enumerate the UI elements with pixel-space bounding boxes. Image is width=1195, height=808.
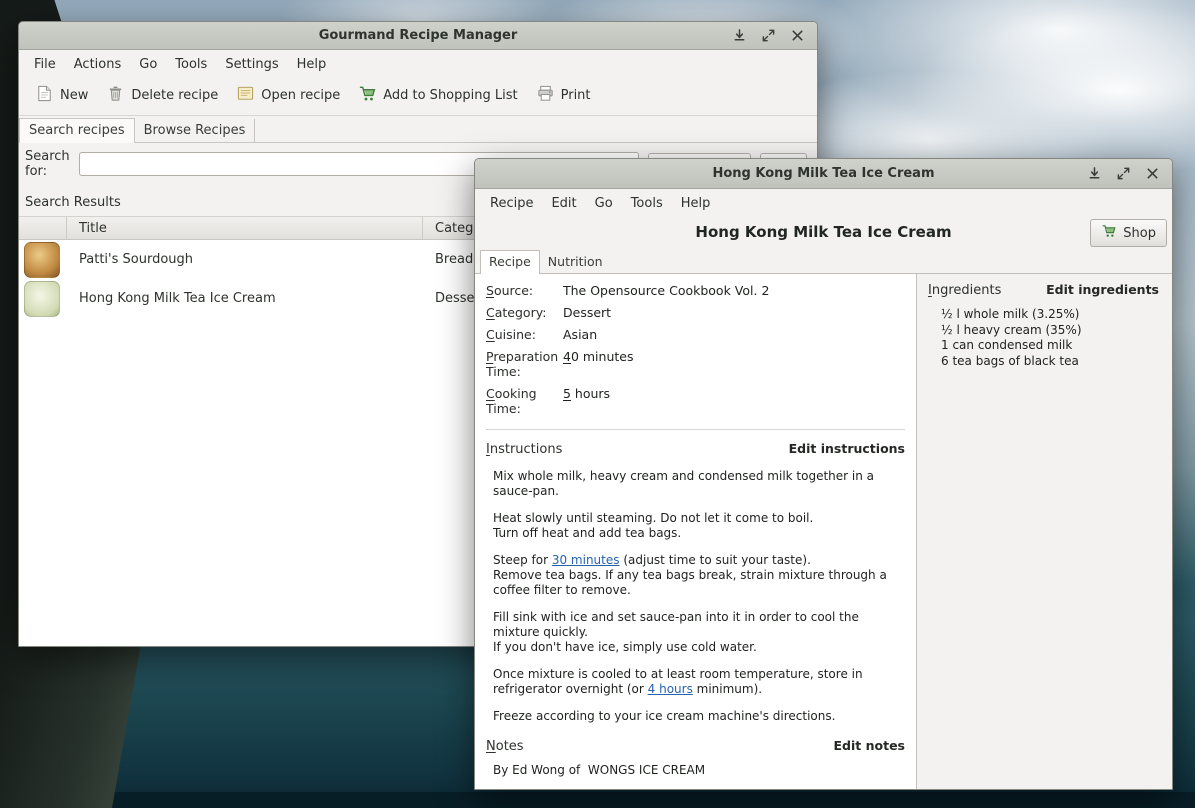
cuisine-value: Asian	[563, 327, 905, 342]
notebook-tabs: Search recipes Browse Recipes	[19, 116, 817, 143]
category-value: Dessert	[563, 305, 905, 320]
ingredients-list: ½ l whole milk (3.25%) ½ l heavy cream (…	[928, 307, 1159, 369]
tab-nutrition[interactable]: Nutrition	[540, 251, 611, 273]
new-recipe-icon	[35, 84, 54, 107]
menu-edit[interactable]: Edit	[542, 193, 585, 214]
menu-tools[interactable]: Tools	[622, 193, 672, 214]
recipe-title-cell: Hong Kong Milk Tea Ice Cream	[67, 291, 423, 306]
instruction-paragraph: Steep for 30 minutes (adjust time to sui…	[493, 553, 905, 598]
open-recipe-icon	[236, 84, 255, 107]
divider	[486, 429, 905, 430]
instruction-paragraph: Fill sink with ice and set sauce-pan int…	[493, 610, 905, 655]
duration-link[interactable]: 4 hours	[648, 682, 693, 696]
ingredient-item[interactable]: ½ l whole milk (3.25%)	[941, 307, 1159, 323]
preparation-time-label: Preparation Time:	[486, 349, 554, 379]
menu-recipe[interactable]: Recipe	[481, 193, 542, 214]
notes-text: By Ed Wong of WONGS ICE CREAM	[486, 763, 905, 777]
edit-instructions-button[interactable]: Edit instructions	[789, 441, 905, 456]
cooking-time-label: Cooking Time:	[486, 386, 554, 416]
menu-file[interactable]: File	[25, 54, 65, 75]
instructions-paragraphs: Mix whole milk, heavy cream and condense…	[486, 469, 905, 724]
edit-ingredients-button[interactable]: Edit ingredients	[1046, 282, 1159, 297]
source-label: Source:	[486, 283, 554, 298]
recipe-notebook-tabs: Recipe Nutrition	[475, 247, 1172, 274]
download-icon[interactable]	[731, 27, 748, 44]
menu-help[interactable]: Help	[672, 193, 720, 214]
search-for-label: Search for:	[25, 149, 70, 179]
close-icon[interactable]	[789, 27, 806, 44]
notes-label: Notes	[486, 739, 524, 754]
printer-icon	[536, 84, 555, 107]
duration-link[interactable]: 30 minutes	[552, 553, 620, 567]
tab-browse-recipes[interactable]: Browse Recipes	[135, 119, 256, 142]
open-recipe-button[interactable]: Open recipe	[228, 81, 348, 110]
ingredient-item[interactable]: ½ l heavy cream (35%)	[941, 323, 1159, 339]
instructions-header: Instructions Edit instructions	[486, 441, 905, 457]
menu-tools[interactable]: Tools	[166, 54, 216, 75]
shopping-cart-icon	[358, 84, 377, 107]
instruction-paragraph: Freeze according to your ice cream machi…	[493, 709, 905, 724]
ingredients-header: Ingredients Edit ingredients	[928, 282, 1159, 298]
close-icon[interactable]	[1144, 165, 1161, 182]
titlebar[interactable]: Hong Kong Milk Tea Ice Cream	[475, 159, 1172, 189]
ingredient-item[interactable]: 1 can condensed milk	[941, 338, 1159, 354]
shop-button[interactable]: Shop	[1090, 219, 1167, 247]
recipe-content: Source: The Opensource Cookbook Vol. 2 C…	[475, 274, 1172, 789]
ingredients-pane: Ingredients Edit ingredients ½ l whole m…	[917, 274, 1172, 789]
edit-notes-button[interactable]: Edit notes	[834, 738, 905, 753]
menu-go[interactable]: Go	[130, 54, 166, 75]
toolbar: New Delete recipe Open recipe Add to Sho…	[19, 78, 817, 116]
recipe-title-cell: Patti's Sourdough	[67, 252, 423, 267]
menubar: Recipe Edit Go Tools Help	[475, 189, 1172, 217]
menu-go[interactable]: Go	[586, 193, 622, 214]
add-to-shopping-list-button[interactable]: Add to Shopping List	[350, 81, 525, 110]
menu-help[interactable]: Help	[288, 54, 336, 75]
ingredient-item[interactable]: 6 tea bags of black tea	[941, 354, 1159, 370]
instruction-paragraph: Once mixture is cooled to at least room …	[493, 667, 905, 697]
preparation-time-value: 40 minutes	[563, 349, 905, 379]
recipe-details: Source: The Opensource Cookbook Vol. 2 C…	[486, 283, 905, 416]
window-title: Hong Kong Milk Tea Ice Cream	[565, 166, 1082, 181]
category-label: Category:	[486, 305, 554, 320]
shopping-cart-icon	[1101, 223, 1117, 243]
source-value: The Opensource Cookbook Vol. 2	[563, 283, 905, 298]
cooking-time-value: 5 hours	[563, 386, 905, 416]
download-icon[interactable]	[1086, 165, 1103, 182]
new-button[interactable]: New	[27, 81, 96, 110]
menu-settings[interactable]: Settings	[216, 54, 287, 75]
recipe-heading: Hong Kong Milk Tea Ice Cream	[695, 223, 951, 241]
notes-header: Notes Edit notes	[486, 738, 905, 754]
maximize-icon[interactable]	[1115, 165, 1132, 182]
maximize-icon[interactable]	[760, 27, 777, 44]
recipe-main-pane: Source: The Opensource Cookbook Vol. 2 C…	[475, 274, 917, 789]
menubar: File Actions Go Tools Settings Help	[19, 50, 817, 78]
recipe-header: Hong Kong Milk Tea Ice Cream Shop	[475, 217, 1172, 247]
instructions-label: Instructions	[486, 442, 562, 457]
column-thumbnail[interactable]	[19, 217, 67, 239]
ice-cream-thumbnail	[24, 281, 60, 317]
cuisine-label: Cuisine:	[486, 327, 554, 342]
delete-recipe-button[interactable]: Delete recipe	[98, 81, 226, 110]
trash-icon	[106, 84, 125, 107]
print-button[interactable]: Print	[528, 81, 599, 110]
tab-search-recipes[interactable]: Search recipes	[19, 118, 135, 143]
tab-recipe[interactable]: Recipe	[480, 250, 540, 274]
bread-thumbnail	[24, 242, 60, 278]
instruction-paragraph: Mix whole milk, heavy cream and condense…	[493, 469, 905, 499]
recipe-card-window: Hong Kong Milk Tea Ice Cream Recipe Edit…	[474, 158, 1173, 790]
ingredients-label: Ingredients	[928, 283, 1001, 298]
window-title: Gourmand Recipe Manager	[109, 28, 727, 43]
menu-actions[interactable]: Actions	[65, 54, 131, 75]
instruction-paragraph: Heat slowly until steaming. Do not let i…	[493, 511, 905, 541]
column-title[interactable]: Title	[67, 217, 423, 239]
ocean-dark-band	[0, 792, 1195, 808]
titlebar[interactable]: Gourmand Recipe Manager	[19, 22, 817, 50]
